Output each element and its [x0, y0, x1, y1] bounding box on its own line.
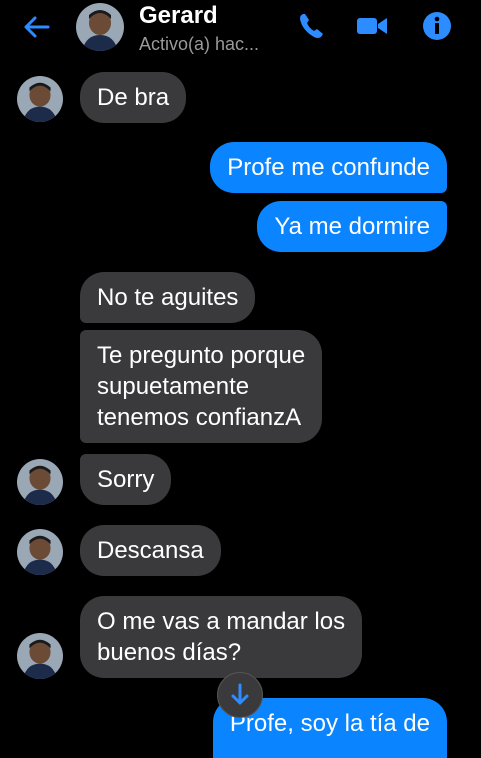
message-bubble[interactable]: O me vas a mandar los buenos días?: [80, 596, 363, 678]
message-bubble[interactable]: Te pregunto porque supuetamente tenemos …: [80, 330, 323, 443]
back-arrow-icon[interactable]: [20, 10, 54, 44]
contact-name[interactable]: Gerard: [139, 2, 218, 30]
contact-avatar-small[interactable]: [17, 459, 63, 505]
contact-avatar-small[interactable]: [17, 76, 63, 122]
message-bubble[interactable]: No te aguites: [80, 272, 256, 323]
message-bubble[interactable]: Descansa: [80, 525, 221, 576]
scroll-to-bottom-button[interactable]: [217, 672, 263, 718]
contact-avatar-small[interactable]: [17, 529, 63, 575]
video-icon[interactable]: [355, 10, 389, 42]
contact-status: Activo(a) hac...: [139, 34, 260, 54]
message-bubble[interactable]: Sorry: [80, 454, 172, 505]
contact-avatar-small[interactable]: [17, 633, 63, 679]
message-bubble[interactable]: De bra: [80, 72, 187, 123]
message-bubble[interactable]: Ya me dormire: [257, 201, 447, 252]
contact-avatar[interactable]: [76, 3, 124, 51]
message-bubble[interactable]: Profe me confunde: [210, 142, 447, 193]
chat-header: Gerard Activo(a) hac...: [0, 0, 481, 58]
arrow-down-icon: [231, 683, 249, 705]
info-icon[interactable]: [420, 10, 454, 42]
phone-icon[interactable]: [295, 10, 329, 42]
